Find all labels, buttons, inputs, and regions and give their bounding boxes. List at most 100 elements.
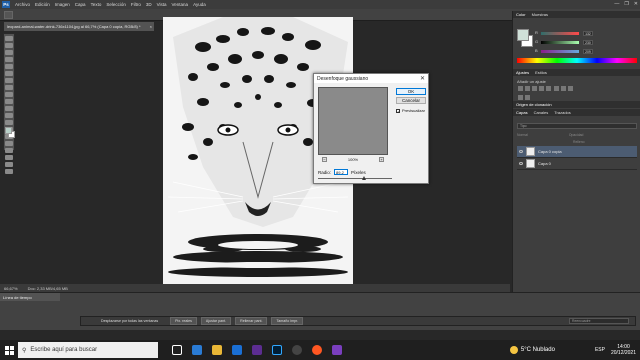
ok-button[interactable]: OK (396, 88, 426, 95)
eyedropper-tool-icon[interactable] (5, 71, 13, 76)
radius-slider[interactable] (318, 176, 392, 180)
menu-edicion[interactable]: Edición (35, 2, 50, 7)
radius-slider-knob[interactable] (362, 176, 366, 180)
menu-ayuda[interactable]: Ayuda (193, 2, 206, 7)
type-tool-icon[interactable] (5, 141, 13, 146)
clone-stamp-tool-icon[interactable] (5, 92, 13, 97)
workspace-select[interactable]: Reencuadre (569, 318, 629, 324)
photoshop-taskbar-icon[interactable] (272, 345, 282, 355)
eye-icon[interactable] (519, 162, 523, 165)
red-value[interactable]: 132 (583, 31, 593, 36)
brightness-icon[interactable] (518, 86, 523, 91)
gradient-tool-icon[interactable] (5, 113, 13, 118)
preview-checkbox-row[interactable]: ✓ Previsualizar (396, 108, 425, 113)
zoom-out-button[interactable]: − (322, 157, 327, 162)
maximize-button[interactable]: ❐ (624, 1, 628, 7)
menu-seleccion[interactable]: Selección (106, 2, 126, 7)
store-icon[interactable] (252, 345, 262, 355)
language-indicator[interactable]: ESP (595, 347, 605, 353)
lasso-tool-icon[interactable] (5, 50, 13, 55)
tab-trazados[interactable]: Trazados (554, 110, 571, 115)
balance-icon[interactable] (561, 86, 567, 91)
tab-capas[interactable]: Capas (516, 110, 528, 115)
bw-icon[interactable] (568, 86, 574, 91)
exposure-icon[interactable] (539, 86, 544, 91)
misc-app-icon[interactable] (332, 345, 342, 355)
mail-icon[interactable] (232, 345, 242, 355)
eraser-tool-icon[interactable] (5, 106, 13, 111)
weather-widget[interactable]: 5°C Nublado (509, 346, 555, 354)
explorer-icon[interactable] (212, 345, 222, 355)
foreground-color-swatch[interactable] (5, 127, 12, 134)
brush-tool-icon[interactable] (5, 85, 13, 90)
tab-ajustes[interactable]: Ajustes (516, 70, 529, 75)
tab-estilos[interactable]: Estilos (535, 70, 547, 75)
quick-select-tool-icon[interactable] (5, 57, 13, 62)
timeline-header[interactable]: Línea de tiempo (0, 293, 60, 301)
fill-screen-button[interactable]: Rellenar pant. (235, 317, 268, 325)
fit-screen-button[interactable]: Ajustar pant. (200, 317, 232, 325)
close-icon[interactable]: ✕ (420, 75, 425, 82)
eye-icon[interactable] (519, 150, 523, 153)
menu-imagen[interactable]: Imagen (55, 2, 70, 7)
hand-tool-icon[interactable] (5, 162, 13, 167)
green-value[interactable]: 230 (583, 40, 593, 45)
move-tool-icon[interactable] (5, 36, 13, 41)
fg-color-chip[interactable] (517, 29, 529, 41)
color-spectrum[interactable] (517, 58, 637, 63)
minimize-button[interactable]: — (614, 1, 619, 7)
tab-origen-clonacion[interactable]: Origen de clonación (516, 102, 552, 107)
document-tab[interactable]: leopard-animal-water-drink-736x1104.jpg … (4, 22, 154, 31)
hue-icon[interactable] (554, 86, 560, 91)
menu-vista[interactable]: Vista (157, 2, 167, 7)
levels-icon[interactable] (525, 86, 530, 91)
curves-icon[interactable] (532, 86, 537, 91)
layer-filter-select[interactable]: Tipo (517, 123, 637, 129)
blur-preview[interactable] (318, 87, 388, 155)
history-brush-tool-icon[interactable] (5, 99, 13, 104)
print-size-button[interactable]: Tamaño impr. (271, 317, 304, 325)
photo-filter-icon[interactable] (518, 95, 523, 100)
tab-muestras[interactable]: Muestras (532, 12, 548, 17)
menu-archivo[interactable]: Archivo (15, 2, 30, 7)
cancel-button[interactable]: Cancelar (396, 97, 426, 104)
blur-tool-icon[interactable] (5, 120, 13, 125)
menu-capa[interactable]: Capa (75, 2, 86, 7)
layer-row-copy[interactable]: Capa 0 copia (517, 146, 637, 158)
tab-canales[interactable]: Canales (534, 110, 549, 115)
path-select-tool-icon[interactable] (5, 148, 13, 153)
red-slider[interactable] (541, 32, 579, 35)
shape-tool-icon[interactable] (5, 155, 13, 160)
menu-filtro[interactable]: Filtro (131, 2, 141, 7)
zoom-tool-icon[interactable] (5, 169, 13, 174)
actual-pixels-button[interactable]: Pix. reales (170, 317, 197, 325)
green-slider[interactable] (541, 41, 579, 44)
taskbar-search[interactable]: ⚲ Escribe aquí para buscar (18, 342, 158, 358)
task-view-icon[interactable] (172, 345, 182, 355)
marquee-tool-icon[interactable] (5, 43, 13, 48)
zoom-in-button[interactable]: + (378, 157, 384, 162)
current-tool-icon[interactable] (4, 11, 13, 19)
preview-checkbox[interactable]: ✓ (396, 108, 400, 113)
layer-row-base[interactable]: Capa 0 (517, 158, 637, 170)
close-document-icon[interactable]: × (150, 24, 152, 29)
blue-slider[interactable] (541, 50, 579, 53)
menu-texto[interactable]: Texto (91, 2, 102, 7)
scroll-all-windows-label[interactable]: Desplazarse por todas las ventanas (101, 319, 158, 323)
zoom-level[interactable]: 66,67% (4, 286, 18, 291)
clock[interactable]: 14:00 20/12/2021 (611, 344, 636, 356)
vibrance-icon[interactable] (546, 86, 551, 91)
menu-ventana[interactable]: Ventana (172, 2, 189, 7)
close-window-button[interactable]: ✕ (634, 1, 638, 7)
tab-color[interactable]: Color (516, 12, 526, 17)
healing-tool-icon[interactable] (5, 78, 13, 83)
blend-mode-select[interactable]: Normal (517, 133, 528, 137)
menu-3d[interactable]: 3D (146, 2, 152, 7)
app-icon[interactable] (292, 345, 302, 355)
firefox-icon[interactable] (312, 345, 322, 355)
crop-tool-icon[interactable] (5, 64, 13, 69)
start-button[interactable] (0, 340, 18, 360)
edge-icon[interactable] (192, 345, 202, 355)
radius-input[interactable]: 89,2 (334, 169, 349, 175)
mixer-icon[interactable] (525, 95, 530, 100)
